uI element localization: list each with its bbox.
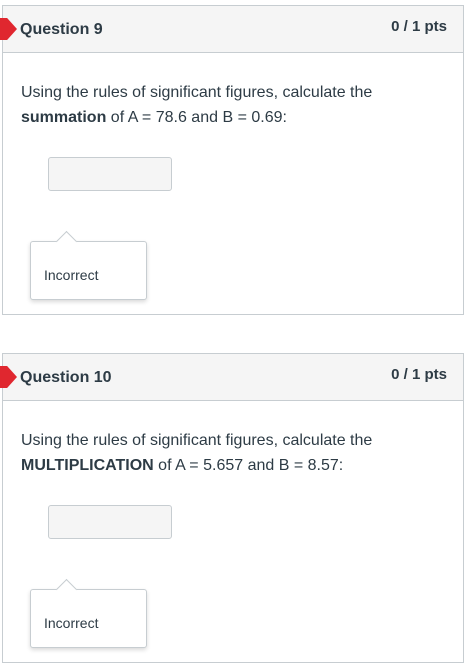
question-header: Question 9 0 / 1 pts: [0, 6, 463, 53]
question-prompt-prefix: Using the rules of significant figures, …: [21, 84, 373, 101]
question-points: 0 / 1 pts: [391, 366, 447, 383]
feedback-popover: Incorrect: [30, 578, 147, 648]
question-title: Question 9: [20, 21, 103, 38]
answer-input[interactable]: [48, 505, 172, 539]
feedback-text: Incorrect: [44, 267, 99, 283]
feedback-arrow: [55, 578, 78, 601]
question-card-10: Question 10 0 / 1 pts Using the rules of…: [0, 353, 464, 663]
feedback-text: Incorrect: [44, 615, 99, 631]
incorrect-marker-icon: [0, 18, 17, 40]
question-prompt-prefix: Using the rules of significant figures, …: [21, 432, 373, 449]
answer-input[interactable]: [48, 157, 172, 191]
question-card-9: Question 9 0 / 1 pts Using the rules of …: [0, 5, 464, 315]
question-title: Question 10: [20, 369, 112, 386]
question-prompt-suffix: of A = 5.657 and B = 8.57:: [153, 457, 344, 474]
question-prompt-bold: summation: [21, 109, 107, 126]
feedback-popover: Incorrect: [30, 230, 147, 300]
question-text: Using the rules of significant figures, …: [3, 53, 463, 130]
question-header: Question 10 0 / 1 pts: [0, 354, 463, 401]
incorrect-marker-icon: [0, 366, 17, 388]
feedback-arrow: [55, 230, 78, 253]
question-prompt-suffix: of A = 78.6 and B = 0.69:: [106, 109, 287, 126]
question-text: Using the rules of significant figures, …: [3, 401, 463, 478]
question-points: 0 / 1 pts: [391, 18, 447, 35]
question-prompt-bold: MULTIPLICATION: [21, 457, 154, 474]
